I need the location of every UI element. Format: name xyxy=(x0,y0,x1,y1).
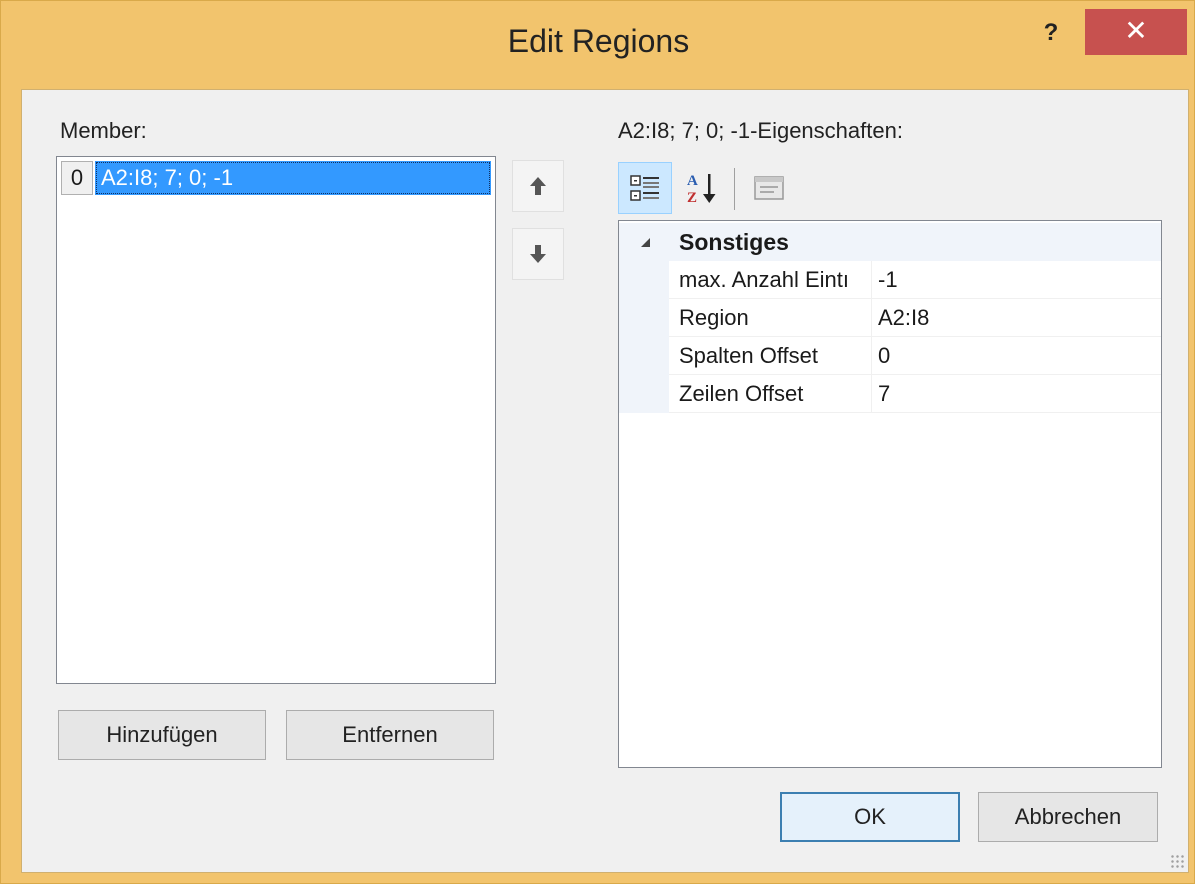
row-gutter xyxy=(619,299,669,337)
move-down-button[interactable] xyxy=(512,228,564,280)
ok-button[interactable]: OK xyxy=(780,792,960,842)
close-button[interactable]: ✕ xyxy=(1085,9,1187,55)
category-row[interactable]: Sonstiges xyxy=(619,223,1161,261)
property-name: Spalten Offset xyxy=(679,343,819,368)
alphabetical-button[interactable]: A Z xyxy=(676,162,730,214)
properties-label: A2:I8; 7; 0; -1-Eigenschaften: xyxy=(618,118,903,143)
property-pages-button[interactable] xyxy=(742,162,796,214)
property-pages-icon xyxy=(754,176,784,200)
category-label: Sonstiges xyxy=(679,229,789,255)
list-item[interactable]: 0 A2:I8; 7; 0; -1 xyxy=(61,161,491,195)
title-bar[interactable]: Edit Regions ? ✕ xyxy=(1,1,1195,89)
row-gutter xyxy=(619,261,669,299)
row-gutter xyxy=(619,337,669,375)
alphabetical-sort-icon: A Z xyxy=(687,173,716,206)
svg-text:A: A xyxy=(687,173,698,189)
remove-button[interactable]: Entfernen xyxy=(286,710,494,760)
row-gutter xyxy=(619,375,669,413)
arrow-up-icon xyxy=(530,177,546,195)
dialog-client-area: Member: 0 A2:I8; 7; 0; -1 Hinzufügen Ent… xyxy=(21,89,1189,873)
close-icon: ✕ xyxy=(1124,15,1148,46)
property-value[interactable]: A2:I8 xyxy=(871,299,1161,337)
svg-text:Z: Z xyxy=(687,190,697,206)
member-label: Member: xyxy=(60,118,147,143)
cancel-button[interactable]: Abbrechen xyxy=(978,792,1158,842)
member-list[interactable]: 0 A2:I8; 7; 0; -1 xyxy=(56,156,496,684)
property-grid[interactable]: Sonstiges max. Anzahl Eintı -1 Region A2… xyxy=(618,220,1162,768)
resize-grip[interactable] xyxy=(1170,854,1184,868)
property-value[interactable]: 0 xyxy=(871,337,1161,375)
edit-regions-dialog: Edit Regions ? ✕ Member: 0 A2:I8; 7; 0; … xyxy=(0,0,1195,884)
collapse-triangle-icon[interactable] xyxy=(639,236,653,250)
toolbar-separator xyxy=(734,168,735,210)
member-index: 0 xyxy=(61,161,93,195)
property-row[interactable]: max. Anzahl Eintı -1 xyxy=(619,261,1161,299)
property-name: Region xyxy=(679,305,749,330)
property-row[interactable]: Spalten Offset 0 xyxy=(619,337,1161,375)
move-up-button[interactable] xyxy=(512,160,564,212)
property-name: max. Anzahl Eintı xyxy=(679,267,849,292)
property-value[interactable]: -1 xyxy=(871,261,1161,299)
dialog-title: Edit Regions xyxy=(507,23,690,59)
property-row[interactable]: Zeilen Offset 7 xyxy=(619,375,1161,413)
arrow-down-icon xyxy=(530,245,546,263)
categorized-button[interactable] xyxy=(618,162,672,214)
property-name: Zeilen Offset xyxy=(679,381,804,406)
member-value[interactable]: A2:I8; 7; 0; -1 xyxy=(95,161,491,195)
property-grid-toolbar: A Z xyxy=(618,160,798,216)
add-button[interactable]: Hinzufügen xyxy=(58,710,266,760)
categorized-icon xyxy=(630,175,659,201)
property-row[interactable]: Region A2:I8 xyxy=(619,299,1161,337)
help-button[interactable]: ? xyxy=(1023,13,1079,53)
property-value[interactable]: 7 xyxy=(871,375,1161,413)
